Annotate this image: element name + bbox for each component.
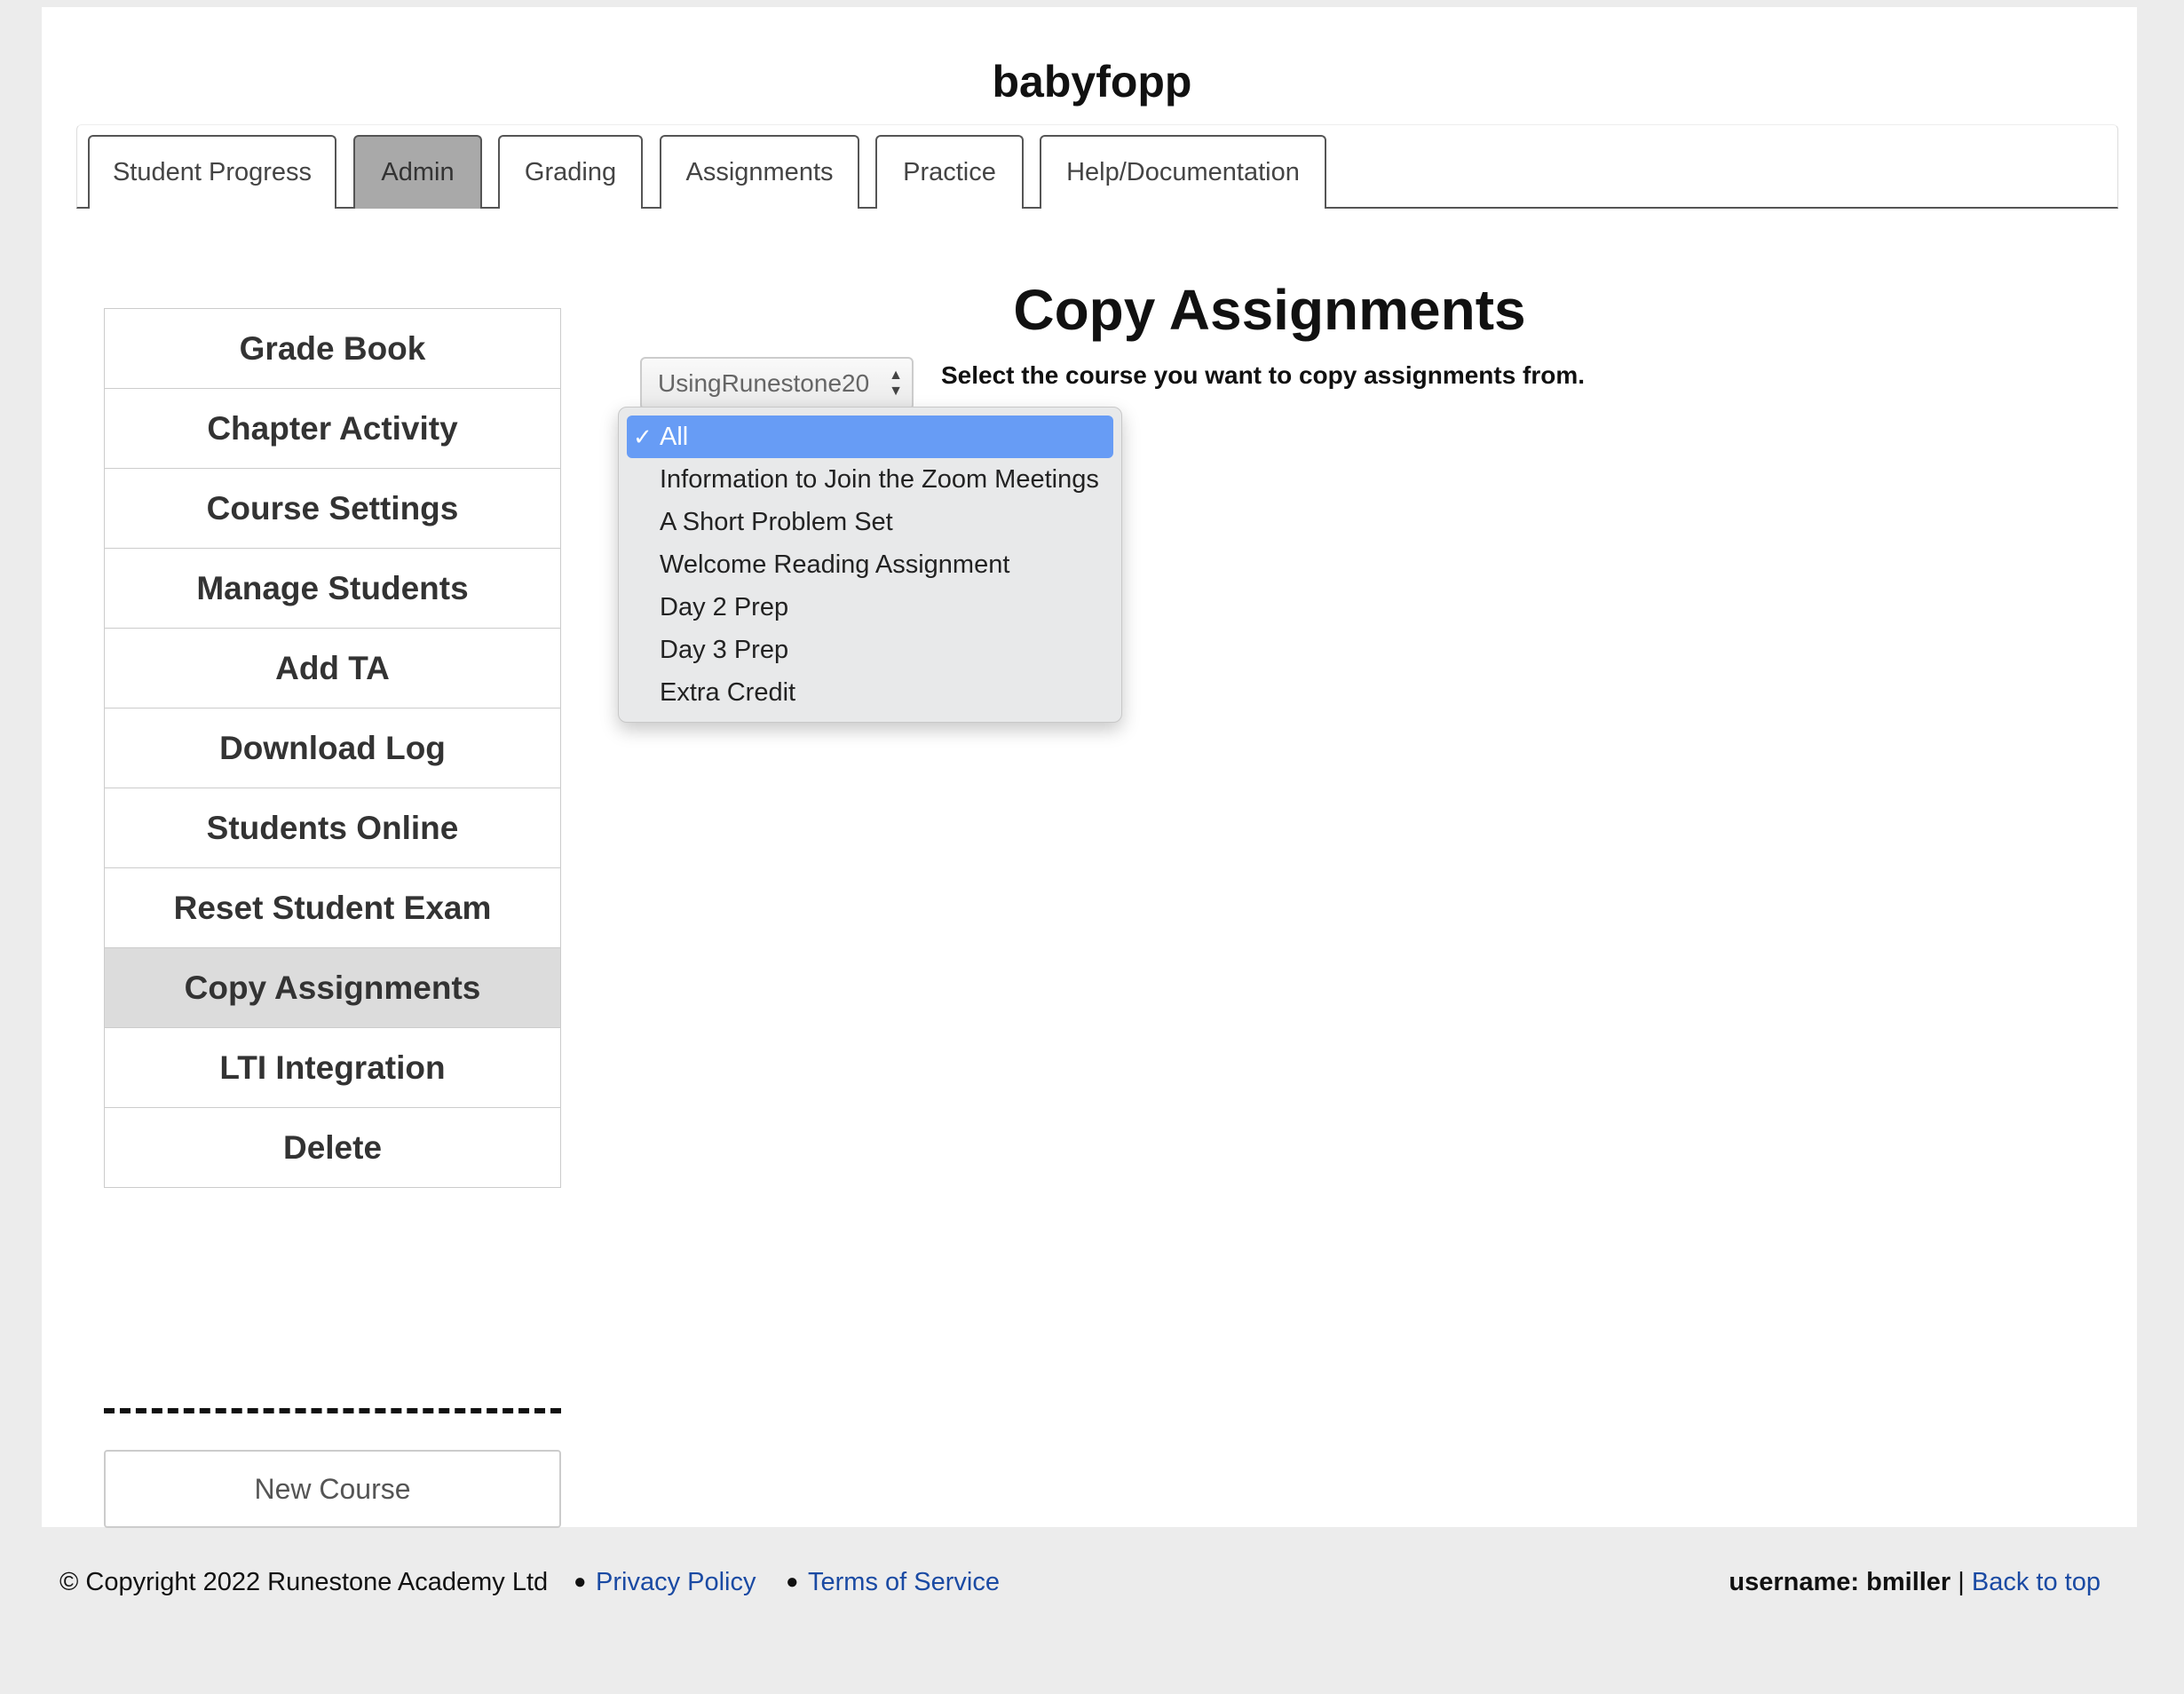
tab-assignments[interactable]: Assignments xyxy=(660,135,859,209)
sidebar-item-lti-integration[interactable]: LTI Integration xyxy=(105,1028,560,1108)
select-arrows-icon: ▲ ▼ xyxy=(889,368,903,399)
sidebar-divider xyxy=(104,1408,561,1413)
checkmark-icon: ✓ xyxy=(633,424,653,450)
sidebar-item-course-settings[interactable]: Course Settings xyxy=(105,469,560,549)
privacy-policy-link[interactable]: Privacy Policy xyxy=(596,1563,756,1602)
tab-help-documentation[interactable]: Help/Documentation xyxy=(1040,135,1326,209)
select-instructions: Select the course you want to copy assig… xyxy=(941,361,1586,389)
dropdown-option-label: Day 2 Prep xyxy=(660,593,789,621)
admin-side-menu: Grade Book Chapter Activity Course Setti… xyxy=(104,308,561,1188)
sidebar-item-manage-students[interactable]: Manage Students xyxy=(105,549,560,629)
dropdown-option[interactable]: Day 2 Prep xyxy=(627,586,1113,629)
dropdown-option-label: Extra Credit xyxy=(660,678,796,707)
dropdown-option[interactable]: Day 3 Prep xyxy=(627,629,1113,671)
sidebar-item-add-ta[interactable]: Add TA xyxy=(105,629,560,708)
tab-admin[interactable]: Admin xyxy=(353,135,482,209)
footer-bullet: ● xyxy=(574,1570,587,1594)
sidebar-item-copy-assignments[interactable]: Copy Assignments xyxy=(105,948,560,1028)
username-label: username: bmiller xyxy=(1729,1568,1951,1596)
footer: © Copyright 2022 Runestone Academy Ltd ●… xyxy=(0,1563,2184,1602)
dropdown-option-all[interactable]: ✓ All xyxy=(627,416,1113,458)
dropdown-option-label: Welcome Reading Assignment xyxy=(660,550,1010,579)
dropdown-option[interactable]: Extra Credit xyxy=(627,671,1113,714)
terms-of-service-link[interactable]: Terms of Service xyxy=(808,1563,1000,1602)
footer-separator: | xyxy=(1958,1568,1965,1596)
dropdown-option-label: Information to Join the Zoom Meetings xyxy=(660,465,1099,494)
course-select-value: UsingRunestone20 xyxy=(658,369,870,397)
sidebar-item-students-online[interactable]: Students Online xyxy=(105,788,560,868)
tab-practice[interactable]: Practice xyxy=(875,135,1024,209)
sidebar-item-reset-student-exam[interactable]: Reset Student Exam xyxy=(105,868,560,948)
sidebar-item-grade-book[interactable]: Grade Book xyxy=(105,309,560,389)
dropdown-option-label: A Short Problem Set xyxy=(660,508,893,536)
assignment-dropdown-menu: ✓ All Information to Join the Zoom Meeti… xyxy=(618,407,1122,723)
tab-grading[interactable]: Grading xyxy=(498,135,643,209)
sidebar-item-delete[interactable]: Delete xyxy=(105,1108,560,1187)
page-title: Copy Assignments xyxy=(1013,278,1526,342)
back-to-top-link[interactable]: Back to top xyxy=(1972,1568,2101,1596)
dropdown-option[interactable]: A Short Problem Set xyxy=(627,501,1113,543)
course-title: babyfopp xyxy=(992,57,1192,107)
sidebar-item-download-log[interactable]: Download Log xyxy=(105,708,560,788)
tab-student-progress[interactable]: Student Progress xyxy=(88,135,336,209)
course-select[interactable]: UsingRunestone20 ▲ ▼ xyxy=(640,357,914,410)
panel-edge xyxy=(2119,25,2137,1527)
footer-bullet: ● xyxy=(786,1570,799,1594)
dropdown-option[interactable]: Information to Join the Zoom Meetings xyxy=(627,458,1113,501)
dropdown-option-label: All xyxy=(660,423,689,451)
dropdown-option[interactable]: Welcome Reading Assignment xyxy=(627,543,1113,586)
copyright-text: © Copyright 2022 Runestone Academy Ltd xyxy=(59,1568,549,1596)
user-info: username: bmiller | Back to top xyxy=(1729,1563,2101,1602)
new-course-button[interactable]: New Course xyxy=(104,1450,561,1528)
dropdown-option-label: Day 3 Prep xyxy=(660,636,789,664)
sidebar-item-chapter-activity[interactable]: Chapter Activity xyxy=(105,389,560,469)
